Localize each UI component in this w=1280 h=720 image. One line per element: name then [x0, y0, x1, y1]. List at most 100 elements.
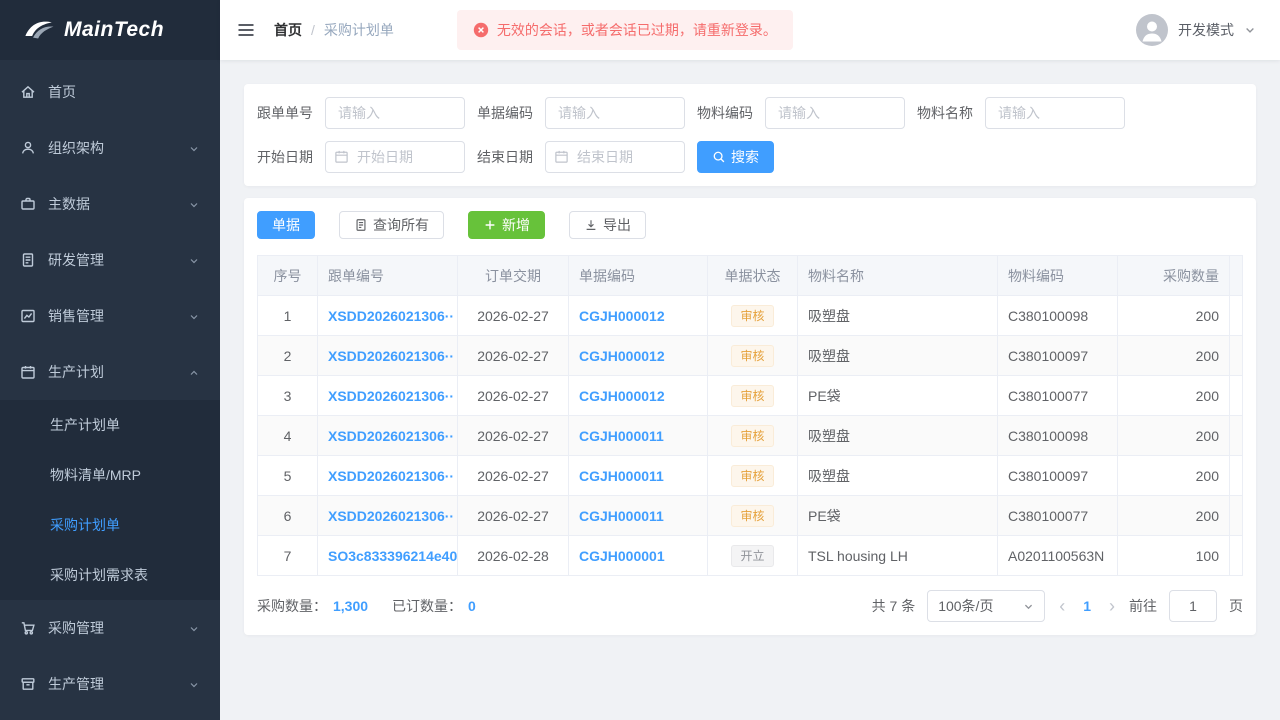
field-label: 物料编码	[697, 103, 753, 123]
cell-delivery-date: 2026-02-27	[458, 376, 569, 416]
ordered-qty-label: 已订数量：	[392, 596, 462, 616]
cell-qty: 200	[1118, 416, 1230, 456]
order-no-link[interactable]: XSDD2026021306··	[328, 508, 454, 524]
sidebar-item-organization[interactable]: 组织架构	[0, 120, 220, 176]
logo-swoosh-icon	[22, 17, 56, 43]
app-root: MainTech 首页 组织架构	[0, 0, 1280, 720]
next-page-button[interactable]: ›	[1107, 597, 1117, 615]
start-date-picker	[325, 141, 465, 173]
add-button[interactable]: 新增	[468, 211, 545, 239]
order-no-link[interactable]: SO3c833396214e40	[328, 548, 457, 564]
chevron-down-icon	[1244, 24, 1256, 36]
cell-delivery-date: 2026-02-27	[458, 336, 569, 376]
doc-no-link[interactable]: CGJH000011	[579, 428, 664, 444]
cell-material-code: C380100097	[998, 336, 1118, 376]
purchase-qty-label: 采购数量：	[257, 596, 327, 616]
sidebar-item-production-plan[interactable]: 生产计划	[0, 344, 220, 400]
master-data-icon	[20, 196, 36, 212]
col-header-status: 单据状态	[708, 256, 798, 296]
session-error-alert: 无效的会话，或者会话已过期，请重新登录。	[457, 10, 793, 50]
field-label: 物料名称	[917, 103, 973, 123]
filter-field-end-date: 结束日期	[477, 141, 685, 173]
material-code-input[interactable]	[765, 97, 905, 129]
cell-delivery-date: 2026-02-27	[458, 416, 569, 456]
search-button-label: 搜索	[731, 147, 759, 167]
order-no-link[interactable]: XSDD2026021306··	[328, 308, 454, 324]
sidebar-item-purchase-plan-demand[interactable]: 采购计划需求表	[0, 550, 220, 600]
doc-no-link[interactable]: CGJH000011	[579, 468, 664, 484]
search-button[interactable]: 搜索	[697, 141, 774, 173]
page-size-select[interactable]: 100条/页	[927, 590, 1045, 622]
field-label: 单据编码	[477, 103, 533, 123]
chevron-down-icon	[188, 310, 200, 322]
purchase-plan-table: 序号 跟单编号 订单交期 单据编码 单据状态 物料名称 物料编码 采购数量	[257, 255, 1243, 576]
sidebar-item-label: 首页	[48, 82, 200, 102]
submenu-item-label: 物料清单/MRP	[50, 465, 141, 485]
sidebar-toggle-icon[interactable]	[236, 19, 258, 41]
document-button[interactable]: 单据	[257, 211, 315, 239]
sidebar-item-label: 组织架构	[48, 138, 188, 158]
end-date-input[interactable]	[545, 141, 685, 173]
order-no-link[interactable]: XSDD2026021306··	[328, 388, 454, 404]
order-no-link[interactable]: XSDD2026021306··	[328, 468, 454, 484]
rd-icon	[20, 252, 36, 268]
breadcrumb: 首页 / 采购计划单	[274, 20, 394, 40]
table-row: 6 XSDD2026021306·· 2026-02-27 CGJH000011…	[258, 496, 1243, 536]
cell-material-name: PE袋	[798, 376, 998, 416]
sidebar-item-production-plan-order[interactable]: 生产计划单	[0, 400, 220, 450]
col-header-material-code: 物料编码	[998, 256, 1118, 296]
sidebar-item-production-management[interactable]: 生产管理	[0, 656, 220, 712]
production-plan-submenu: 生产计划单 物料清单/MRP 采购计划单 采购计划需求表	[0, 400, 220, 600]
pagination: 共 7 条 100条/页 ‹ 1 › 前往 页	[872, 590, 1243, 622]
cell-qty: 200	[1118, 496, 1230, 536]
start-date-input[interactable]	[325, 141, 465, 173]
cell-material-name: PE袋	[798, 496, 998, 536]
field-label: 结束日期	[477, 147, 533, 167]
document-button-label: 单据	[272, 215, 300, 235]
home-icon	[20, 84, 36, 100]
sidebar-item-home[interactable]: 首页	[0, 64, 220, 120]
sidebar-item-bom-mrp[interactable]: 物料清单/MRP	[0, 450, 220, 500]
content-area: 首页 / 采购计划单 无效的会话，或者会话已过期，请重新登录。 开发模式	[220, 0, 1280, 720]
doc-no-link[interactable]: CGJH000001	[579, 548, 665, 564]
sidebar-item-rd-management[interactable]: 研发管理	[0, 232, 220, 288]
status-badge: 审核	[731, 385, 773, 407]
query-all-button[interactable]: 查询所有	[339, 211, 444, 239]
doc-code-input[interactable]	[545, 97, 685, 129]
sidebar-menu: 首页 组织架构 主数据	[0, 60, 220, 720]
doc-no-link[interactable]: CGJH000011	[579, 508, 664, 524]
doc-no-link[interactable]: CGJH000012	[579, 388, 665, 404]
sales-icon	[20, 308, 36, 324]
table-row: 3 XSDD2026021306·· 2026-02-27 CGJH000012…	[258, 376, 1243, 416]
sidebar-item-purchase-management[interactable]: 采购管理	[0, 600, 220, 656]
purchase-qty-value: 1,300	[333, 598, 368, 614]
topbar: 首页 / 采购计划单 无效的会话，或者会话已过期，请重新登录。 开发模式	[220, 0, 1280, 60]
sidebar-item-purchase-plan-order[interactable]: 采购计划单	[0, 500, 220, 550]
order-no-link[interactable]: XSDD2026021306··	[328, 348, 454, 364]
cell-extra	[1230, 536, 1243, 576]
order-no-input[interactable]	[325, 97, 465, 129]
status-badge: 审核	[731, 345, 773, 367]
breadcrumb-current: 采购计划单	[324, 20, 394, 40]
prev-page-button[interactable]: ‹	[1057, 597, 1067, 615]
table-row: 1 XSDD2026021306·· 2026-02-27 CGJH000012…	[258, 296, 1243, 336]
breadcrumb-home[interactable]: 首页	[274, 20, 302, 40]
sidebar-item-master-data[interactable]: 主数据	[0, 176, 220, 232]
cell-extra	[1230, 296, 1243, 336]
status-badge: 审核	[731, 425, 773, 447]
goto-page-input[interactable]	[1169, 590, 1217, 622]
doc-no-link[interactable]: CGJH000012	[579, 308, 665, 324]
doc-no-link[interactable]: CGJH000012	[579, 348, 665, 364]
page-number-1[interactable]: 1	[1079, 598, 1095, 614]
material-name-input[interactable]	[985, 97, 1125, 129]
order-no-link[interactable]: XSDD2026021306··	[328, 428, 454, 444]
cell-index: 3	[258, 376, 318, 416]
cell-material-name: TSL housing LH	[798, 536, 998, 576]
cell-index: 2	[258, 336, 318, 376]
filter-field-material-code: 物料编码	[697, 97, 905, 129]
cell-extra	[1230, 416, 1243, 456]
status-badge: 审核	[731, 505, 773, 527]
export-button[interactable]: 导出	[569, 211, 646, 239]
sidebar-item-sales-management[interactable]: 销售管理	[0, 288, 220, 344]
user-menu[interactable]: 开发模式	[1136, 14, 1256, 46]
